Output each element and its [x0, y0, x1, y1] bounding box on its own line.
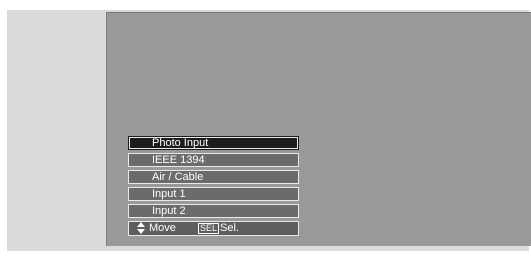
menu-footer-hints: Move SEL Sel.	[128, 221, 299, 236]
menu-item-label: Photo Input	[152, 137, 209, 149]
move-hint-label: Move	[149, 222, 176, 234]
sel-key-icon: SEL	[198, 223, 220, 234]
menu-item-label: IEEE 1394	[152, 154, 205, 166]
menu-item-label: Input 1	[152, 188, 186, 200]
menu-item-photo-input[interactable]: Photo Input	[128, 136, 299, 150]
input-select-menu: Photo Input IEEE 1394 Air / Cable Input …	[128, 136, 299, 236]
menu-item-air-cable[interactable]: Air / Cable	[128, 170, 299, 184]
menu-item-label: Air / Cable	[152, 171, 204, 183]
up-down-arrows-icon	[137, 222, 145, 234]
menu-item-input-2[interactable]: Input 2	[128, 204, 299, 218]
menu-item-ieee-1394[interactable]: IEEE 1394	[128, 153, 299, 167]
menu-item-label: Input 2	[152, 205, 186, 217]
menu-item-input-1[interactable]: Input 1	[128, 187, 299, 201]
select-hint-label: Sel.	[220, 222, 239, 234]
